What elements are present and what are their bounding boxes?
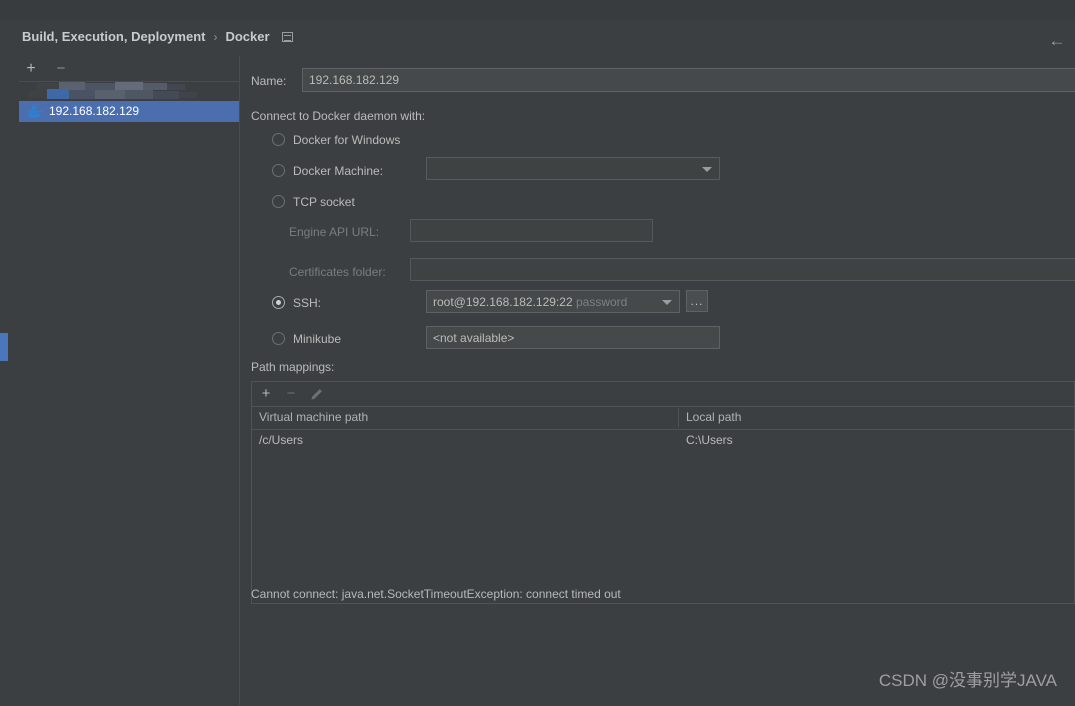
ssh-browse-button[interactable]: ... [686,290,708,312]
radio-tcp-socket-label: TCP socket [293,195,355,209]
sidebar-toolbar: + − [8,56,239,81]
radio-docker-for-windows-label: Docker for Windows [293,133,401,147]
chevron-down-icon [662,299,672,305]
add-mapping-button[interactable]: + [257,385,275,403]
left-gutter [0,20,8,705]
watermark: CSDN @没事别学JAVA [878,671,1057,690]
ssh-config-value: root@192.168.182.129:22 [433,295,573,309]
path-mappings-label: Path mappings: [251,360,335,374]
redacted-blur [19,82,239,101]
cell-local-path: C:\Users [686,433,733,447]
radio-ssh-label: SSH: [293,296,322,310]
docker-machine-select[interactable] [426,157,720,180]
engine-api-url-label: Engine API URL: [289,225,380,239]
ssh-config-auth-type: password [575,295,628,309]
docker-settings-panel: Name: 192.168.182.129 Connect to Docker … [240,56,1075,705]
path-mappings-toolbar: + − [252,382,1074,407]
back-arrow-icon[interactable]: ← [1047,32,1067,50]
breadcrumb-current[interactable]: Docker [225,29,269,44]
breadcrumb-root[interactable]: Build, Execution, Deployment [22,29,205,44]
radio-docker-machine-label: Docker Machine: [293,164,384,178]
radio-minikube[interactable] [272,332,285,345]
radio-ssh[interactable] [272,296,285,309]
radio-docker-machine[interactable] [272,164,285,177]
connect-section-label: Connect to Docker daemon with: [251,109,426,123]
sidebar-item-label: 192.168.182.129 [49,104,140,118]
cell-vm-path: /c/Users [259,433,304,447]
remove-server-button[interactable]: − [52,60,70,78]
certificates-folder-label: Certificates folder: [289,265,386,279]
radio-minikube-label: Minikube [293,332,342,346]
ssh-config-select[interactable]: root@192.168.182.129:22 password [426,290,680,313]
remove-mapping-button[interactable]: − [282,385,300,403]
docker-whale-icon [28,105,43,118]
sidebar-item-docker-server[interactable]: 192.168.182.129 [19,101,239,122]
radio-tcp-socket[interactable] [272,195,285,208]
settings-dialog: Build, Execution, Deployment › Docker ← … [0,0,1075,705]
column-header-local-path[interactable]: Local path [679,406,1074,429]
name-input[interactable]: 192.168.182.129 [302,68,1075,92]
docker-servers-sidebar: + − 192.168.182.129 [8,56,239,705]
settings-header: Build, Execution, Deployment › Docker ← [8,20,1075,56]
radio-docker-for-windows[interactable] [272,133,285,146]
path-mappings-table: + − Virtual machine path Local path /c/U… [251,381,1075,604]
server-tree: 192.168.182.129 [19,81,239,706]
list-item-redacted[interactable] [19,82,239,101]
breadcrumb-separator: › [213,29,218,44]
chevron-down-icon [702,166,712,172]
connection-error-message: Cannot connect: java.net.SocketTimeoutEx… [251,587,621,601]
column-header-vm-path[interactable]: Virtual machine path [252,406,678,429]
name-label: Name: [251,74,287,88]
table-row[interactable]: /c/Users C:\Users [252,429,1074,451]
engine-api-url-input[interactable] [410,219,653,242]
panel-icon[interactable] [281,31,293,42]
window-top-strip [0,0,1075,20]
left-scroll-accent[interactable] [0,333,8,361]
add-server-button[interactable]: + [22,60,40,78]
edit-pencil-icon[interactable] [310,388,323,401]
breadcrumb: Build, Execution, Deployment › Docker [22,29,293,44]
certificates-folder-input[interactable] [410,258,1075,281]
table-header-row: Virtual machine path Local path [252,406,1074,430]
minikube-input[interactable]: <not available> [426,326,720,349]
